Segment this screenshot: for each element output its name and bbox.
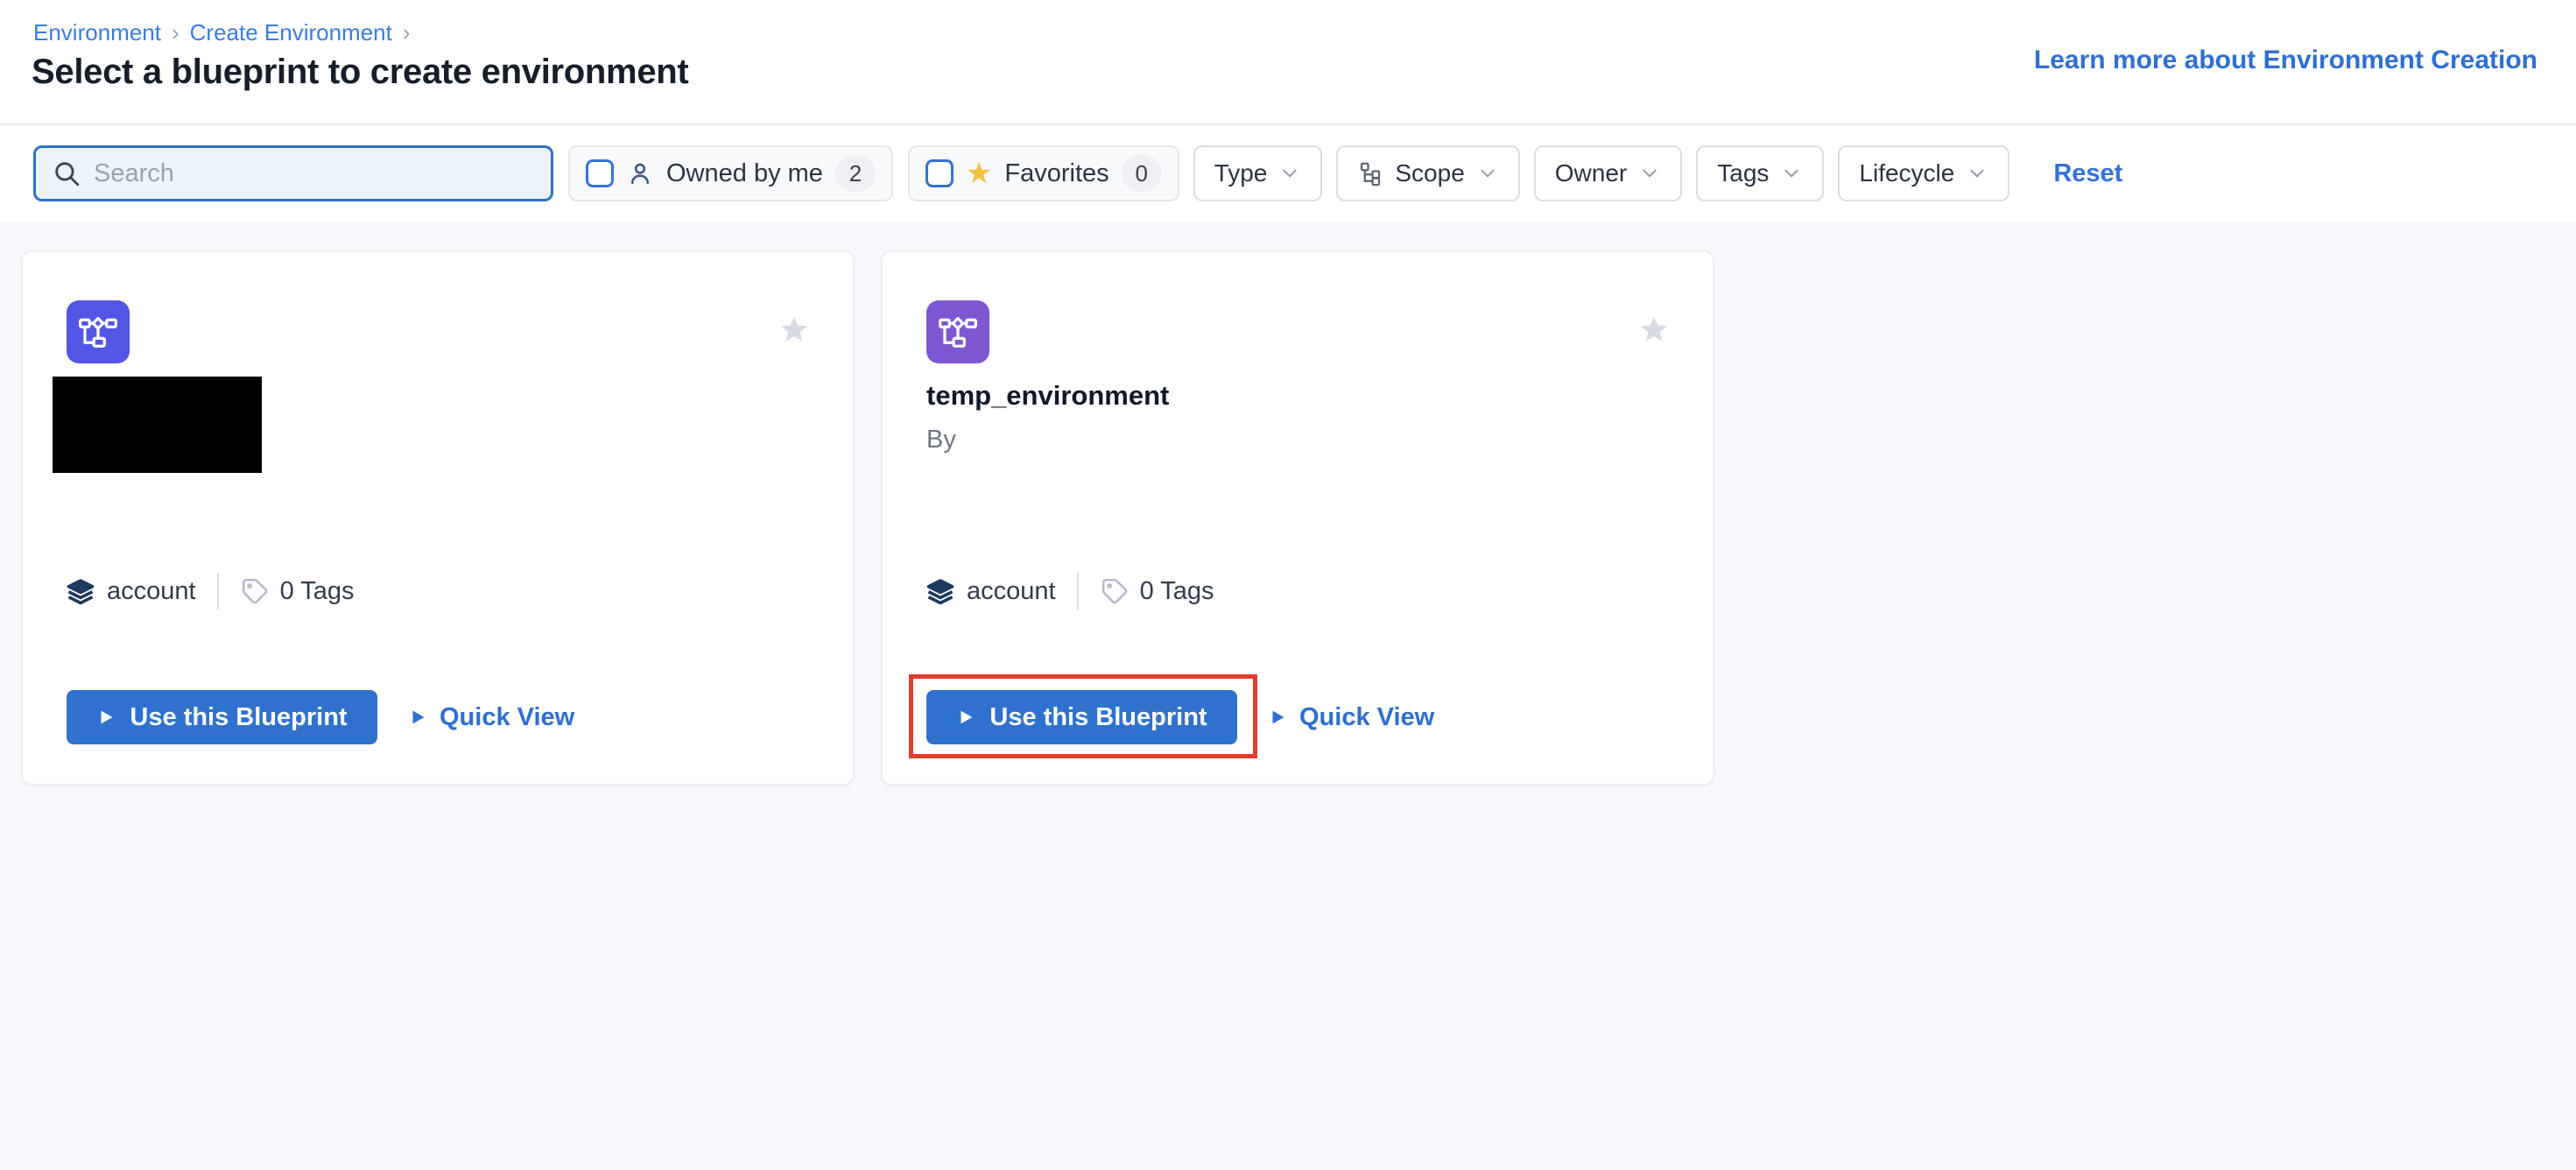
play-icon [408,708,427,727]
reset-filters-button[interactable]: Reset [2053,159,2122,188]
tags-count-label: 0 Tags [280,577,355,606]
favorite-star-icon[interactable] [1637,314,1671,347]
quick-view-label: Quick View [440,703,574,732]
filter-owned-by-me[interactable]: Owned by me 2 [568,145,893,201]
blueprint-list: account 0 Tags Use this Blueprint Quick … [0,222,2576,1170]
breadcrumb-separator: › [172,19,179,46]
play-icon [956,708,975,727]
layers-icon [65,575,96,607]
search-box[interactable] [33,145,553,201]
learn-more-link[interactable]: Learn more about Environment Creation [2034,46,2537,75]
favorites-label: Favorites [1004,159,1109,188]
meta-divider [217,573,219,610]
filter-favorites[interactable]: ★ Favorites 0 [908,145,1179,201]
scope-label: account [967,577,1056,606]
blueprint-title: temp_environment [926,380,1169,412]
blueprint-byline: By [926,426,956,455]
card-meta: account 0 Tags [65,571,355,611]
breadcrumb-environment[interactable]: Environment [33,19,161,46]
scope-label: account [107,577,196,606]
owner-dropdown-label: Owner [1555,159,1627,187]
person-icon [626,159,654,187]
use-blueprint-button[interactable]: Use this Blueprint [926,690,1237,744]
search-input[interactable] [94,159,535,188]
chevron-down-icon [1780,162,1803,185]
blueprint-icon [67,300,130,363]
play-icon [96,708,116,727]
card-meta: account 0 Tags [925,571,1214,611]
meta-divider [1077,573,1079,610]
lifecycle-dropdown-label: Lifecycle [1859,159,1954,187]
filter-bar: Owned by me 2 ★ Favorites 0 Type Scope [0,123,2576,222]
filter-dropdown-tags[interactable]: Tags [1696,145,1824,201]
page-title: Select a blueprint to create environment [32,53,688,92]
type-dropdown-label: Type [1214,159,1268,187]
quick-view-link[interactable]: Quick View [1268,690,1434,744]
owned-by-me-count-badge: 2 [835,155,876,192]
quick-view-label: Quick View [1299,703,1434,732]
chevron-down-icon [1966,162,1988,185]
layers-icon [925,575,956,607]
filter-dropdown-lifecycle[interactable]: Lifecycle [1838,145,2009,201]
tags-count-label: 0 Tags [1140,577,1214,606]
tags-dropdown-label: Tags [1717,159,1769,187]
filter-dropdown-scope[interactable]: Scope [1336,145,1519,201]
chevron-down-icon [1476,162,1499,185]
search-icon [52,159,81,188]
scope-dropdown-label: Scope [1395,159,1464,187]
blueprint-card-1: account 0 Tags Use this Blueprint Quick … [21,250,855,786]
breadcrumb: Environment › Create Environment › [33,19,411,46]
filter-dropdown-type[interactable]: Type [1193,145,1323,201]
redacted-title-block [53,377,262,473]
breadcrumb-create-environment[interactable]: Create Environment [190,19,392,46]
tag-icon [1100,576,1130,606]
favorites-checkbox[interactable] [926,159,954,187]
favorite-star-icon[interactable] [778,314,811,347]
owned-by-me-checkbox[interactable] [586,159,614,187]
chevron-down-icon [1638,162,1661,185]
breadcrumb-separator: › [403,19,411,46]
page-header: Environment › Create Environment › Selec… [0,0,2576,123]
favorites-count-badge: 0 [1122,155,1162,192]
blueprint-icon [926,300,989,363]
filter-dropdown-owner[interactable]: Owner [1534,145,1682,201]
star-icon: ★ [966,159,992,188]
owned-by-me-label: Owned by me [666,159,823,188]
blueprint-card-2: temp_environment By account 0 Tags [881,250,1714,786]
play-icon [1268,708,1287,727]
use-blueprint-button[interactable]: Use this Blueprint [67,690,377,744]
use-blueprint-label: Use this Blueprint [989,703,1207,732]
hierarchy-icon [1357,160,1383,187]
use-blueprint-label: Use this Blueprint [130,703,347,732]
quick-view-link[interactable]: Quick View [408,690,574,744]
tag-icon [240,576,270,606]
chevron-down-icon [1278,162,1301,185]
